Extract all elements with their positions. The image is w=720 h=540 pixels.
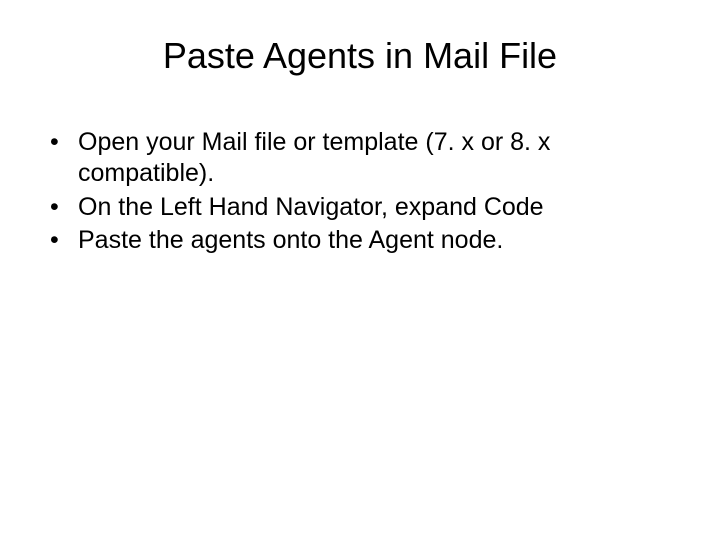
list-item: Open your Mail file or template (7. x or… [50,127,680,190]
bullet-list: Open your Mail file or template (7. x or… [40,127,680,256]
list-item: On the Left Hand Navigator, expand Code [50,192,680,223]
list-item: Paste the agents onto the Agent node. [50,225,680,256]
slide-title: Paste Agents in Mail File [40,35,680,77]
